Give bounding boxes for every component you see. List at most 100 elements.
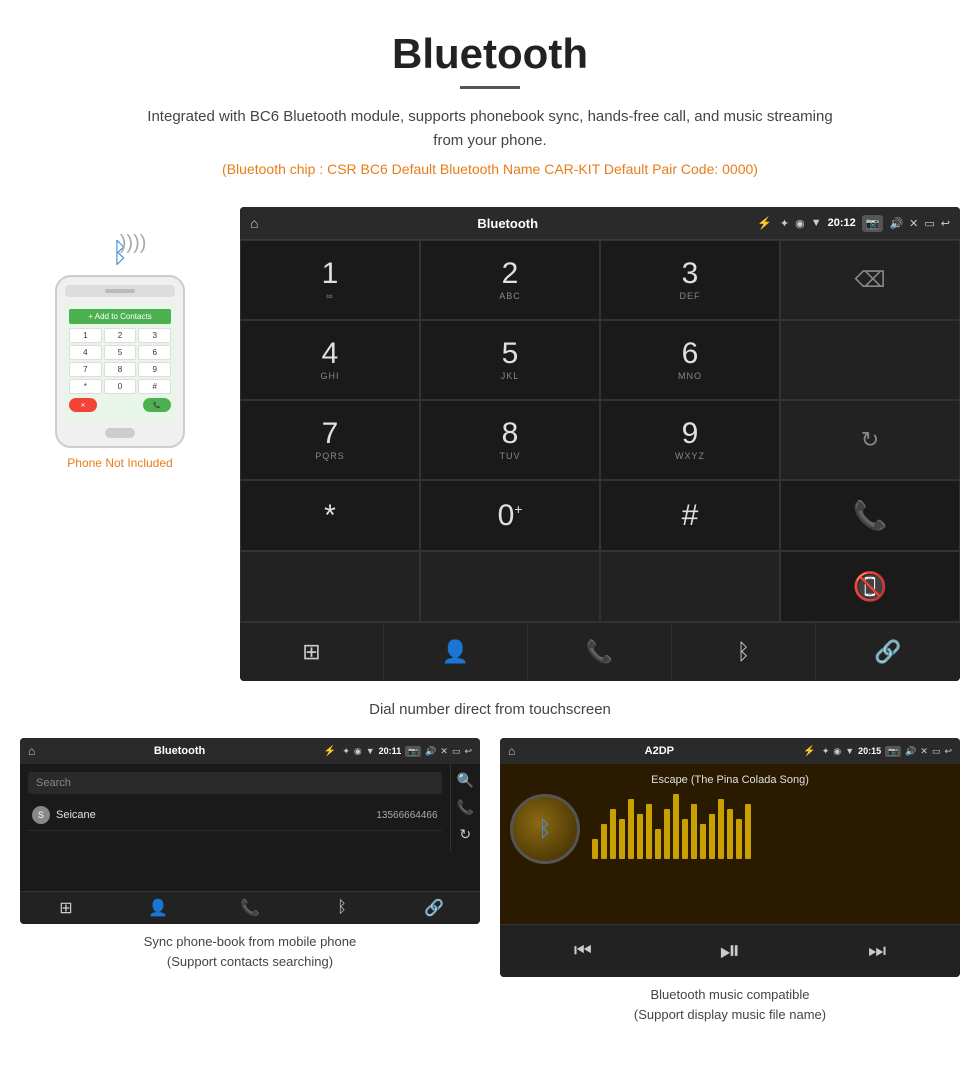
- link-icon: 🔗: [874, 639, 901, 665]
- song-title: Escape (The Pina Colada Song): [651, 774, 809, 786]
- car-toolbar-link[interactable]: 🔗: [816, 623, 960, 681]
- pb-toolbar-apps[interactable]: ⊞: [20, 898, 112, 918]
- pb-vol-icon[interactable]: 🔊: [425, 746, 436, 757]
- phonebook-search-bar[interactable]: Search: [28, 772, 442, 794]
- car-toolbar-bluetooth[interactable]: ᛒ: [672, 623, 816, 681]
- phone-call-btn[interactable]: 📞: [143, 398, 171, 412]
- call-icon[interactable]: 📞: [457, 799, 474, 816]
- car-toolbar-apps[interactable]: ⊞: [240, 623, 384, 681]
- dial-key-8[interactable]: 8 TUV: [420, 400, 600, 480]
- dial-key-3[interactable]: 3 DEF: [600, 240, 780, 320]
- phone-end-btn[interactable]: ✕: [69, 398, 97, 412]
- pb-phone-icon: 📞: [240, 898, 260, 918]
- album-art-bt-icon: ᛒ: [538, 816, 551, 842]
- car-camera-icon[interactable]: 📷: [862, 215, 884, 232]
- dial-key-4[interactable]: 4 GHI: [240, 320, 420, 400]
- phone-key-4[interactable]: 4: [69, 345, 102, 360]
- play-pause-btn[interactable]: ⏯: [720, 935, 741, 967]
- dial-key-2[interactable]: 2 ABC: [420, 240, 600, 320]
- music-home-icon[interactable]: ⌂: [508, 744, 515, 758]
- visualizer-bar: [610, 809, 616, 859]
- refresh-icon[interactable]: ↻: [459, 826, 471, 843]
- music-visualizer: [592, 799, 950, 859]
- search-icon[interactable]: 🔍: [457, 772, 474, 789]
- ms-cam-icon[interactable]: 📷: [885, 746, 901, 757]
- contact-row[interactable]: S Seicane 13566664466: [28, 800, 442, 831]
- phone-home-button[interactable]: [105, 428, 135, 438]
- ms-vol-icon[interactable]: 🔊: [905, 746, 916, 757]
- phone-key-2[interactable]: 2: [104, 328, 137, 343]
- prev-track-btn[interactable]: ⏮: [574, 940, 592, 963]
- phonebook-status-icons: ✦ ◉ ▼ 20:11 📷 🔊 ✕ ▭ ↩: [342, 746, 472, 757]
- dial-delete-btn[interactable]: ⌫: [780, 240, 960, 320]
- phone-key-8[interactable]: 8: [104, 362, 137, 377]
- dial-key-6[interactable]: 6 MNO: [600, 320, 780, 400]
- phone-icon: 📞: [586, 639, 613, 665]
- ms-bt-icon: ✦: [822, 746, 830, 757]
- dial-call-red-btn[interactable]: 📵: [780, 551, 960, 622]
- visualizer-bar: [646, 804, 652, 859]
- phone-key-9[interactable]: 9: [138, 362, 171, 377]
- phone-key-hash[interactable]: #: [138, 379, 171, 394]
- car-close-icon[interactable]: ✕: [909, 217, 918, 230]
- contact-number: 13566664466: [376, 810, 437, 821]
- bottom-screens: ⌂ Bluetooth ⚡ ✦ ◉ ▼ 20:11 📷 🔊 ✕ ▭ ↩: [0, 738, 980, 1024]
- ms-time: 20:15: [858, 746, 881, 757]
- car-back-icon[interactable]: ↩: [941, 217, 950, 230]
- pb-close-icon[interactable]: ✕: [440, 746, 448, 757]
- dial-key-9[interactable]: 9 WXYZ: [600, 400, 780, 480]
- dial-key-7[interactable]: 7 PQRS: [240, 400, 420, 480]
- dial-key-1[interactable]: 1 ∞: [240, 240, 420, 320]
- car-toolbar-contacts[interactable]: 👤: [384, 623, 528, 681]
- visualizer-bar: [727, 809, 733, 859]
- phonebook-car-screen: ⌂ Bluetooth ⚡ ✦ ◉ ▼ 20:11 📷 🔊 ✕ ▭ ↩: [20, 738, 480, 924]
- visualizer-bar: [601, 824, 607, 859]
- dial-key-5[interactable]: 5 JKL: [420, 320, 600, 400]
- car-bt-status-icon: ✦: [780, 217, 789, 230]
- visualizer-bar: [709, 814, 715, 859]
- dial-key-0[interactable]: 0+: [420, 480, 600, 551]
- pb-bt-toolbar-icon: ᛒ: [337, 899, 347, 917]
- ms-back-icon[interactable]: ↩: [944, 746, 952, 757]
- car-home-icon[interactable]: ⌂: [250, 215, 258, 231]
- dial-call-green-btn[interactable]: 📞: [780, 480, 960, 551]
- sync-icon: ↻: [861, 427, 879, 453]
- pb-link-icon: 🔗: [424, 898, 444, 918]
- dial-key-hash[interactable]: #: [600, 480, 780, 551]
- phone-key-star[interactable]: *: [69, 379, 102, 394]
- ms-close-icon[interactable]: ✕: [920, 746, 928, 757]
- visualizer-bar: [682, 819, 688, 859]
- phone-key-7[interactable]: 7: [69, 362, 102, 377]
- pb-back-icon[interactable]: ↩: [464, 746, 472, 757]
- car-window-icon[interactable]: ▭: [924, 217, 934, 230]
- phone-key-6[interactable]: 6: [138, 345, 171, 360]
- next-track-btn[interactable]: ⏭: [868, 940, 886, 963]
- car-toolbar-call[interactable]: 📞: [528, 623, 672, 681]
- pb-cam-icon[interactable]: 📷: [405, 746, 421, 757]
- wifi-arc-icon: )))): [120, 232, 147, 255]
- visualizer-bar: [628, 799, 634, 859]
- pb-toolbar-link[interactable]: 🔗: [388, 898, 480, 918]
- phone-key-3[interactable]: 3: [138, 328, 171, 343]
- pb-apps-icon: ⊞: [59, 898, 72, 918]
- dial-sync-btn[interactable]: ↻: [780, 400, 960, 480]
- album-art: ᛒ: [510, 794, 580, 864]
- car-volume-icon[interactable]: 🔊: [889, 217, 903, 230]
- phone-not-included-label: Phone Not Included: [67, 456, 172, 470]
- pb-toolbar-contacts[interactable]: 👤: [112, 898, 204, 918]
- dial-caption: Dial number direct from touchscreen: [0, 701, 980, 718]
- phone-key-5[interactable]: 5: [104, 345, 137, 360]
- music-screen-wrapper: ⌂ A2DP ⚡ ✦ ◉ ▼ 20:15 📷 🔊 ✕ ▭ ↩ Escape (T…: [500, 738, 960, 1024]
- visualizer-bar: [673, 794, 679, 859]
- call-green-icon: 📞: [853, 499, 888, 532]
- pb-toolbar-call[interactable]: 📞: [204, 898, 296, 918]
- phonebook-home-icon[interactable]: ⌂: [28, 744, 35, 758]
- pb-toolbar-bt[interactable]: ᛒ: [296, 898, 388, 918]
- car-status-icons: ✦ ◉ ▼ 20:12 📷 🔊 ✕ ▭ ↩: [780, 215, 950, 232]
- phone-key-0[interactable]: 0: [104, 379, 137, 394]
- pb-win-icon[interactable]: ▭: [452, 746, 461, 757]
- dial-key-star[interactable]: *: [240, 480, 420, 551]
- ms-win-icon[interactable]: ▭: [932, 746, 941, 757]
- music-status-bar: ⌂ A2DP ⚡ ✦ ◉ ▼ 20:15 📷 🔊 ✕ ▭ ↩: [500, 738, 960, 764]
- phone-key-1[interactable]: 1: [69, 328, 102, 343]
